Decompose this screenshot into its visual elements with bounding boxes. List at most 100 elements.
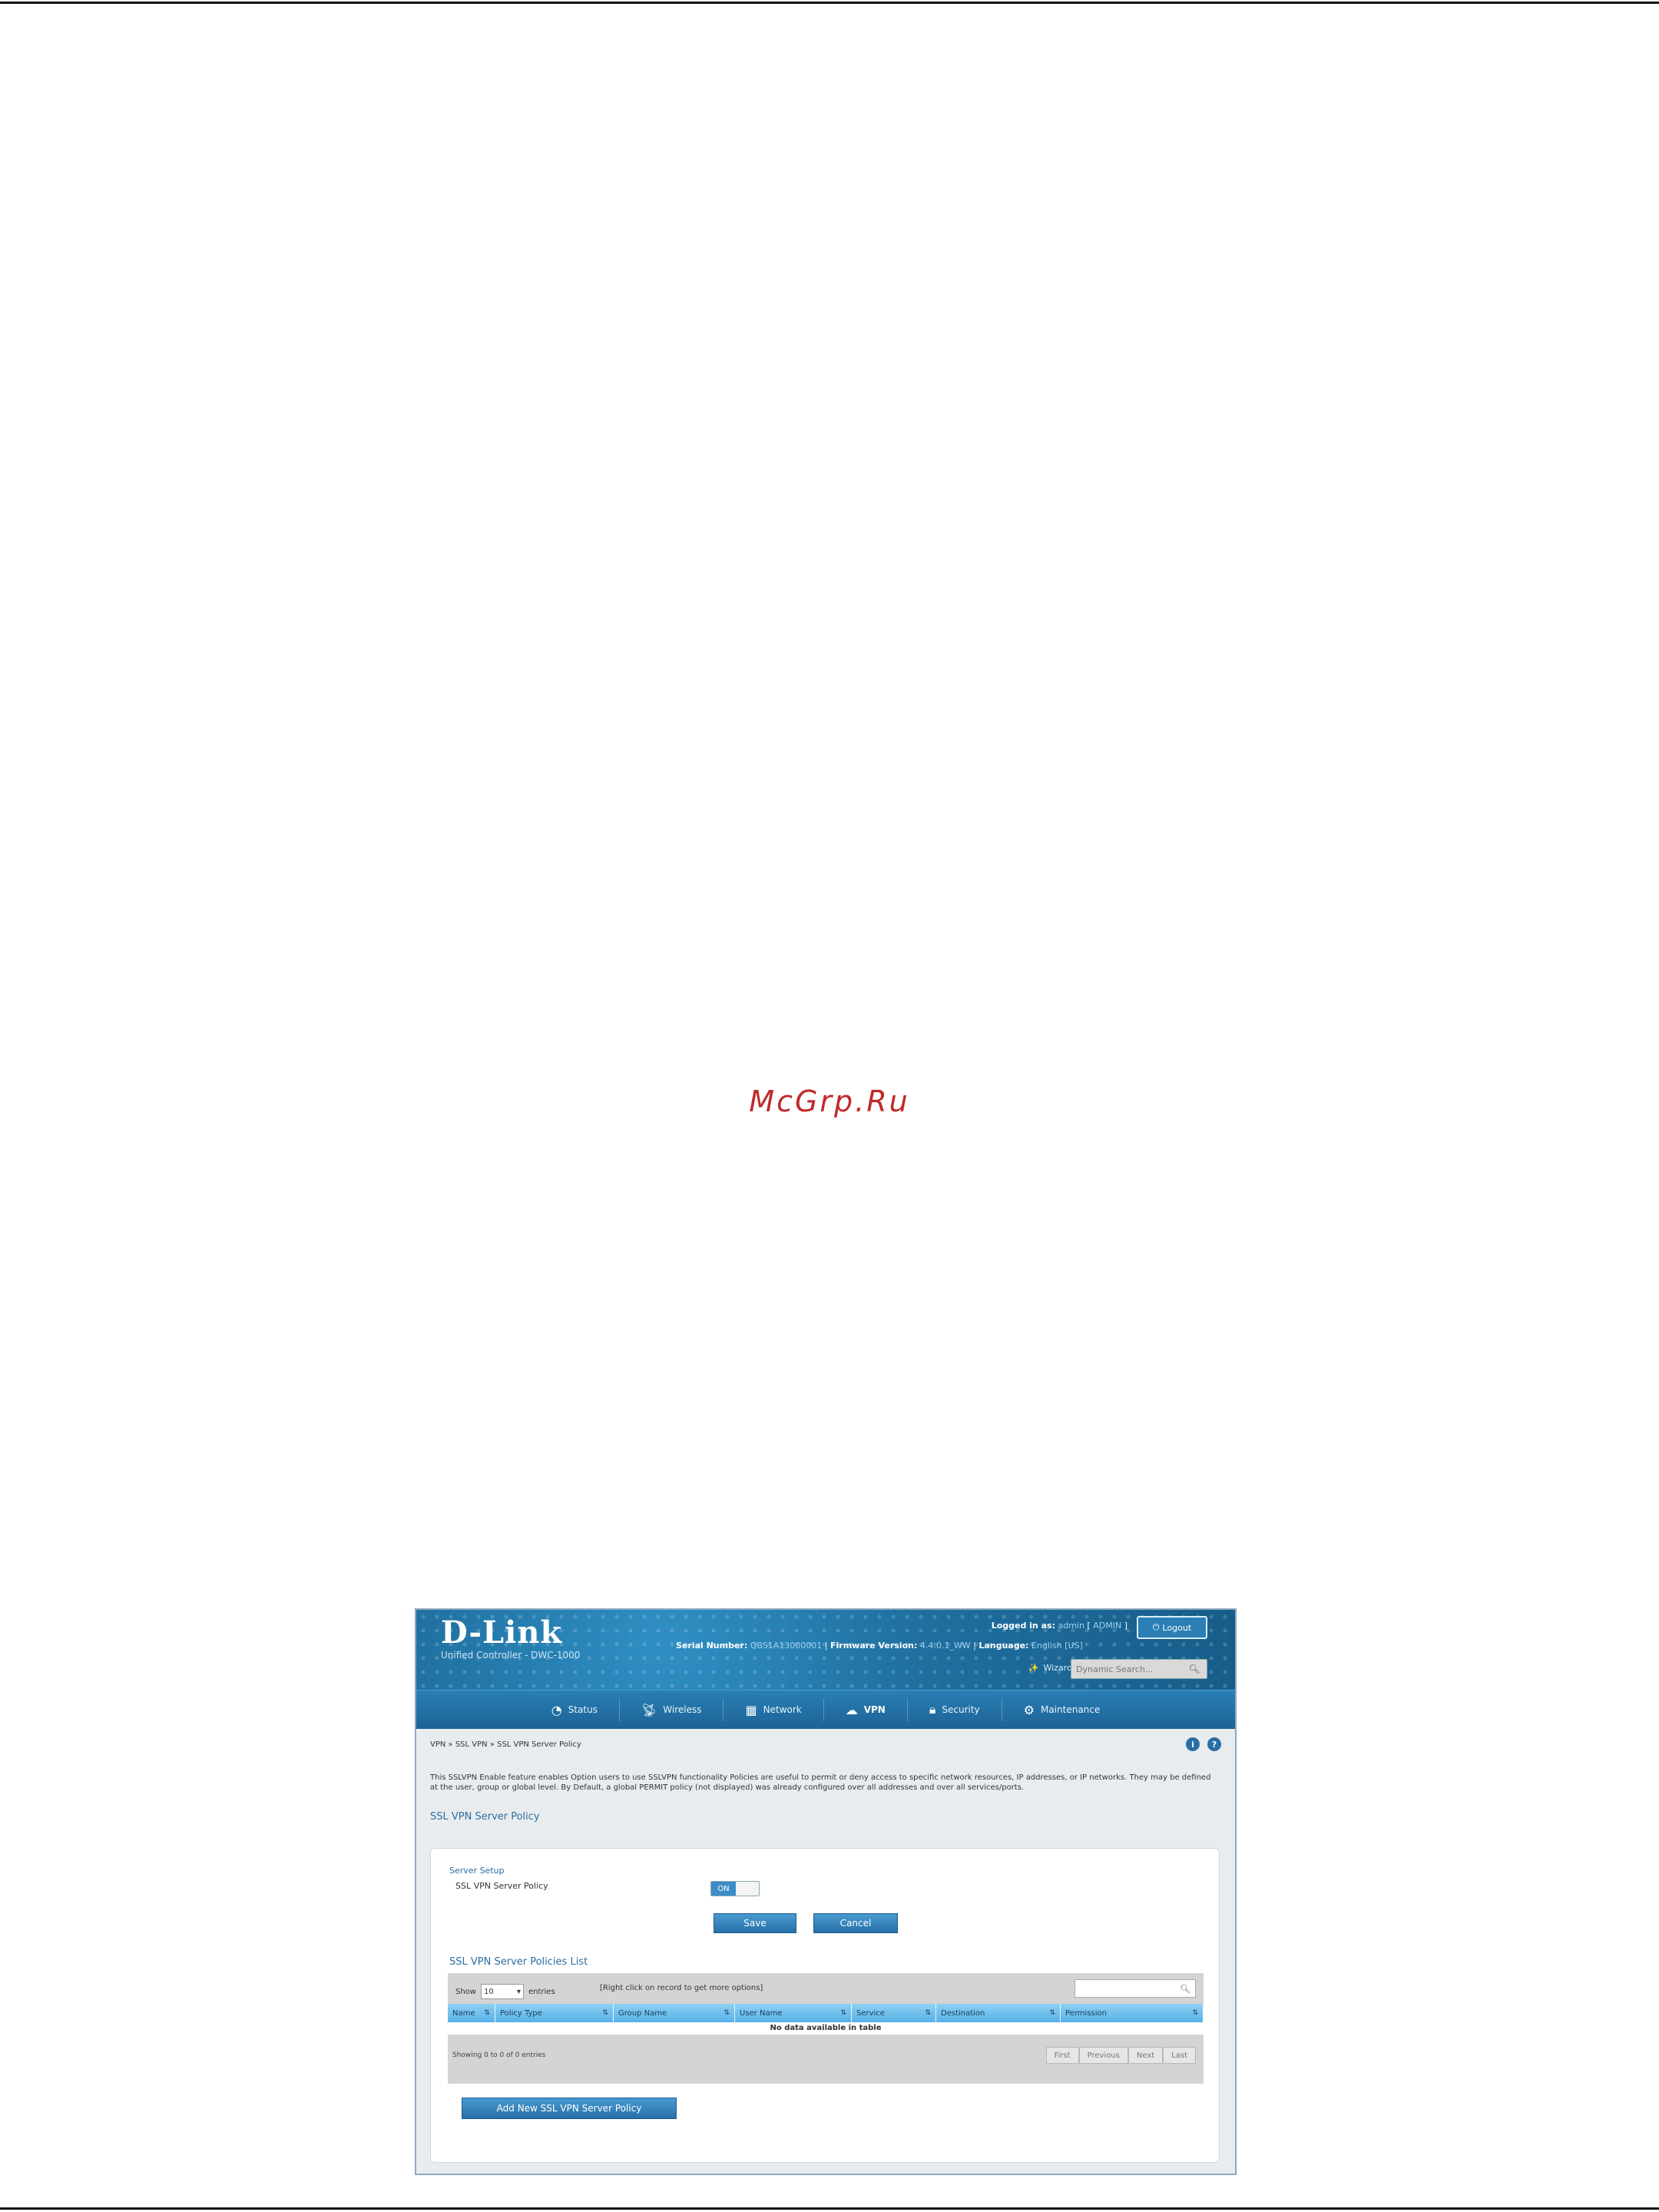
col-policy-type[interactable]: Policy Type ⇅ — [495, 2004, 614, 2022]
sort-icon: ⇅ — [1049, 2009, 1055, 2017]
logout-label: Logout — [1162, 1622, 1192, 1633]
language-value[interactable]: English [US] — [1031, 1641, 1083, 1651]
col-label: Service — [856, 2008, 885, 2018]
breadcrumb: VPN » SSL VPN » SSL VPN Server Policy — [430, 1740, 581, 1749]
nav-label: Wireless — [663, 1704, 702, 1715]
table-info: Showing 0 to 0 of 0 entries — [452, 2051, 546, 2059]
col-name[interactable]: Name ⇅ — [448, 2004, 495, 2022]
table-toolbar: Show 10 ▾ entries [Right click on record… — [448, 1973, 1204, 2004]
lock-icon: 🔒︎ — [929, 1702, 936, 1717]
search-icon: 🔍︎ — [1180, 1983, 1190, 1994]
col-group-name[interactable]: Group Name ⇅ — [614, 2004, 735, 2022]
table-header: Name ⇅ Policy Type ⇅ Group Name ⇅ User Name… — [448, 2004, 1204, 2022]
sort-icon: ⇅ — [925, 2009, 931, 2017]
sort-icon: ⇅ — [1192, 2009, 1198, 2017]
serial-label: Serial Number: — [676, 1641, 748, 1651]
help-icon[interactable]: ? — [1207, 1737, 1221, 1751]
server-policy-toggle[interactable]: ON — [710, 1881, 760, 1896]
power-icon: ⏻ — [1152, 1622, 1160, 1632]
antenna-icon: 📡︎ — [641, 1702, 657, 1717]
server-policy-label: SSL VPN Server Policy — [455, 1881, 548, 1891]
chevron-down-icon: ▾ — [516, 1987, 521, 1996]
nav-maintenance[interactable]: ⚙ Maintenance — [1002, 1698, 1122, 1721]
col-label: Permission — [1065, 2008, 1107, 2018]
entries-label: entries — [528, 1987, 555, 1996]
logo: D-Link — [441, 1614, 563, 1651]
language-label: Language: — [979, 1641, 1029, 1651]
search-icon[interactable]: 🔍︎ — [1185, 1664, 1204, 1674]
nav-label: Status — [568, 1704, 598, 1715]
top-rule — [0, 2, 1659, 4]
dynamic-search: 🔍︎ — [1071, 1659, 1207, 1679]
watermark: McGrp.Ru — [749, 1084, 910, 1118]
col-label: Group Name — [618, 2008, 667, 2018]
serial-value: QBS1A13000001 — [750, 1641, 823, 1651]
sort-icon: ⇅ — [724, 2009, 730, 2017]
toggle-on: ON — [711, 1882, 736, 1896]
col-label: Destination — [941, 2008, 985, 2018]
user-role: ADMIN — [1093, 1621, 1122, 1631]
page-title: SSL VPN Server Policy — [430, 1811, 540, 1823]
col-permission[interactable]: Permission ⇅ — [1061, 2004, 1204, 2022]
toggle-off — [736, 1882, 759, 1896]
entries-value: 10 — [483, 1987, 494, 1996]
logged-in-label: Logged in as: — [991, 1621, 1055, 1631]
save-button[interactable]: Save — [714, 1913, 796, 1933]
cloud-icon: ☁ — [845, 1702, 858, 1717]
product-subtitle: Unified Controller - DWC-1000 — [441, 1650, 581, 1661]
wizard-label: Wizard — [1043, 1663, 1072, 1673]
page-previous-button[interactable]: Previous — [1078, 2047, 1128, 2064]
firmware-value: 4.4.0.1_WW — [919, 1641, 971, 1651]
col-user-name[interactable]: User Name ⇅ — [735, 2004, 852, 2022]
main-nav: ◔ Status 📡︎ Wireless ▦ Network ☁ VPN 🔒︎ Secur… — [416, 1690, 1235, 1729]
sort-icon: ⇅ — [484, 2009, 490, 2017]
gear-icon: ⚙ — [1023, 1702, 1035, 1717]
info-icon[interactable]: i — [1186, 1737, 1200, 1751]
nav-security[interactable]: 🔒︎ Security — [908, 1698, 1002, 1721]
cancel-button[interactable]: Cancel — [813, 1913, 898, 1933]
nav-vpn[interactable]: ☁ VPN — [824, 1698, 908, 1721]
entries-select[interactable]: 10 ▾ — [480, 1984, 524, 1999]
nav-status[interactable]: ◔ Status — [530, 1698, 620, 1721]
table-search-input[interactable]: 🔍︎ — [1075, 1979, 1196, 1998]
nav-label: VPN — [863, 1704, 886, 1715]
table-hint: [Right click on record to get more optio… — [600, 1984, 763, 1992]
col-label: Name — [452, 2008, 475, 2018]
add-policy-button[interactable]: Add New SSL VPN Server Policy — [462, 2098, 677, 2119]
wand-icon: ✨ — [1028, 1663, 1039, 1673]
search-input[interactable] — [1071, 1661, 1185, 1677]
entries-control: Show 10 ▾ entries — [455, 1984, 555, 1999]
pagination: First Previous Next Last — [1045, 2047, 1196, 2064]
firmware-label: Firmware Version: — [830, 1641, 918, 1651]
help-icons: i ? — [1186, 1737, 1221, 1751]
login-info: Logged in as: admin [ ADMIN ] — [991, 1621, 1128, 1631]
page-last-button[interactable]: Last — [1163, 2047, 1196, 2064]
network-icon: ▦ — [745, 1702, 757, 1717]
header: D-Link Unified Controller - DWC-1000 Ser… — [416, 1610, 1235, 1690]
nav-wireless[interactable]: 📡︎ Wireless — [620, 1698, 724, 1721]
col-service[interactable]: Service ⇅ — [852, 2004, 936, 2022]
sort-icon: ⇅ — [840, 2009, 846, 2017]
page-first-button[interactable]: First — [1045, 2047, 1079, 2064]
nav-label: Maintenance — [1040, 1704, 1101, 1715]
col-label: Policy Type — [500, 2008, 542, 2018]
empty-table-message: No data available in table — [448, 2022, 1204, 2035]
policy-panel: Server Setup SSL VPN Server Policy ON Sa… — [430, 1848, 1220, 2163]
col-destination[interactable]: Destination ⇅ — [936, 2004, 1061, 2022]
show-label: Show — [455, 1987, 476, 1996]
server-setup-heading: Server Setup — [449, 1866, 505, 1876]
list-title: SSL VPN Server Policies List — [449, 1956, 588, 1968]
device-info: Serial Number: QBS1A13000001 | Firmware … — [676, 1641, 1083, 1651]
dashboard-icon: ◔ — [551, 1702, 562, 1717]
user-name: admin — [1058, 1621, 1084, 1631]
col-label: User Name — [740, 2008, 783, 2018]
bottom-rule — [0, 2207, 1659, 2210]
page-description: This SSLVPN Enable feature enables Optio… — [430, 1773, 1211, 1792]
wizard-link[interactable]: ✨ Wizard — [1028, 1663, 1072, 1673]
nav-network[interactable]: ▦ Network — [724, 1698, 824, 1721]
page-next-button[interactable]: Next — [1128, 2047, 1164, 2064]
policies-table: Show 10 ▾ entries [Right click on record… — [448, 1973, 1204, 2084]
logout-button[interactable]: ⏻ Logout — [1137, 1616, 1207, 1639]
sort-icon: ⇅ — [602, 2009, 608, 2017]
nav-label: Security — [942, 1704, 980, 1715]
